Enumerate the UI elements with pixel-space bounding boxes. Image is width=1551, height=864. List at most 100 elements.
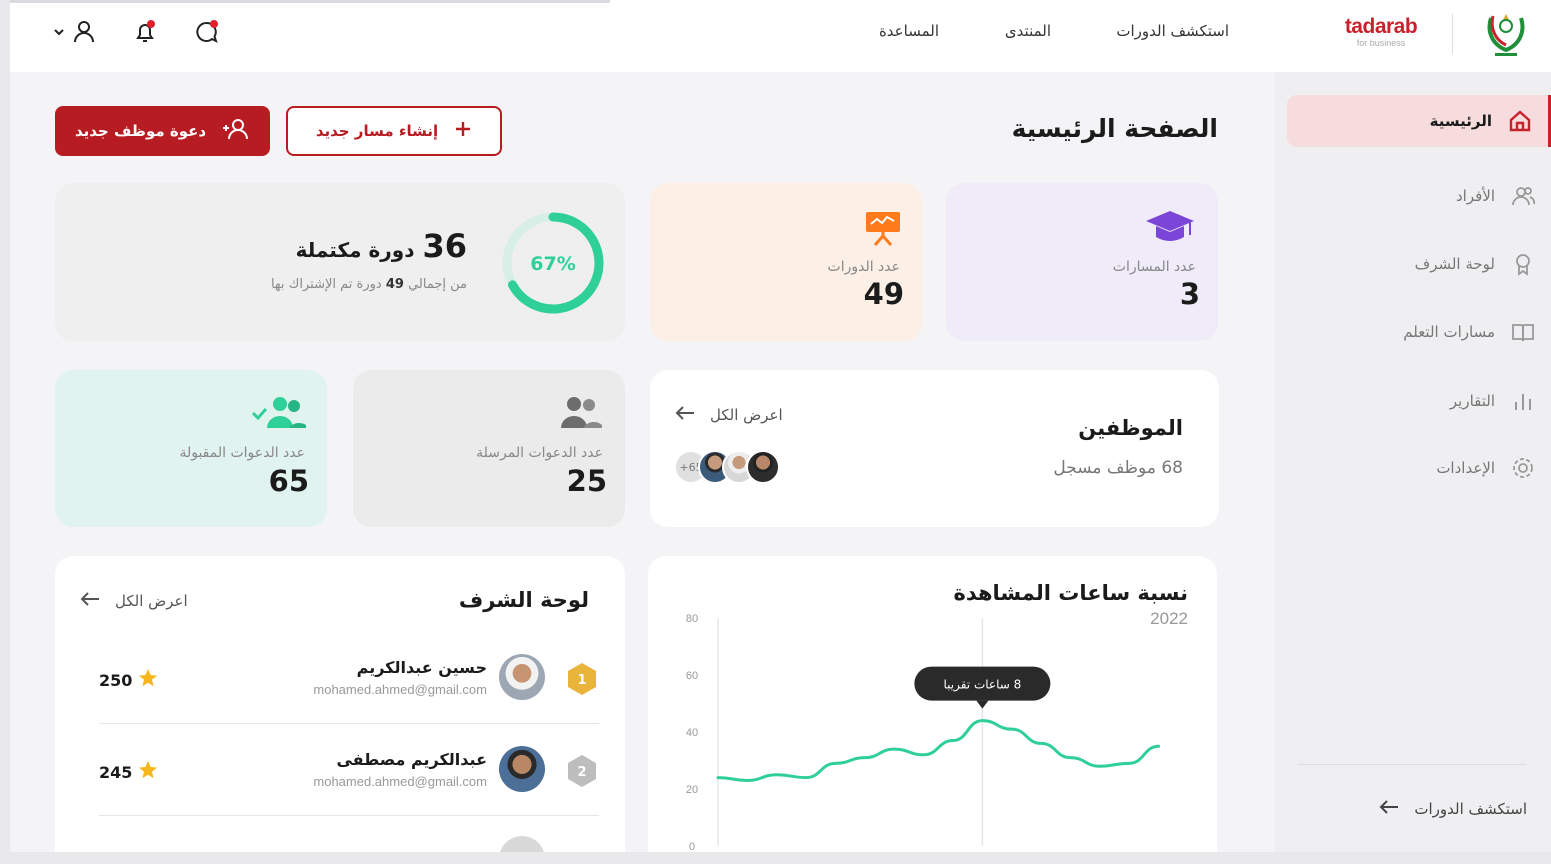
employee-avatars: +65 [674, 450, 780, 484]
top-bar: tadarab for business استكشف الدورات المن… [10, 0, 1551, 72]
star-icon [138, 668, 158, 692]
completed-courses-card: 67% 36 دورة مكتملة من إجمالي 49 دورة تم … [55, 183, 625, 341]
sidebar-item-label: الإعدادات [1436, 459, 1495, 477]
completed-sub-after: دورة تم الإشتراك بها [270, 277, 382, 292]
chevron-down-icon[interactable] [48, 16, 70, 48]
employees-view-all-link[interactable]: اعرض الكل [674, 404, 783, 426]
leader-score: 250 [99, 668, 158, 692]
tadarab-logo[interactable]: tadarab for business [1331, 16, 1431, 49]
top-accent-line [10, 0, 610, 3]
view-all-label: اعرض الكل [115, 592, 188, 610]
sent-invitations-value: 25 [566, 464, 607, 498]
home-icon [1506, 107, 1534, 135]
sent-invitations-label: عدد الدعوات المرسلة [476, 445, 603, 461]
tooltip-pointer [976, 700, 989, 709]
sidebar-item-learning-paths[interactable]: مسارات التعلم [1287, 306, 1551, 358]
rank-number: 1 [577, 673, 586, 688]
employees-title: الموظفين [1078, 416, 1183, 440]
avatar [746, 450, 780, 484]
sidebar-item-label: الأفراد [1455, 187, 1495, 205]
leaderboard-card: لوحة الشرف اعرض الكل 1 حسين عبدالكريم mo… [55, 556, 625, 852]
y-tick-label: 20 [686, 784, 698, 796]
presentation-board-icon [864, 209, 902, 251]
arrow-left-icon [1378, 798, 1400, 820]
leader-score: 245 [99, 760, 158, 784]
sidebar-item-leaderboard[interactable]: لوحة الشرف [1287, 238, 1551, 290]
plus-icon [454, 120, 472, 142]
courses-count-value: 49 [863, 277, 904, 311]
people-icon [559, 394, 603, 436]
sidebar-item-settings[interactable]: الإعدادات [1287, 442, 1551, 494]
employees-count: 68 موظف مسجل [1053, 458, 1183, 478]
sidebar-item-home[interactable]: الرئيسية [1287, 95, 1551, 147]
users-icon [1509, 182, 1537, 210]
completed-sub-before: من إجمالي [408, 277, 467, 292]
sidebar-item-label: التقارير [1449, 392, 1495, 410]
gear-icon [1509, 454, 1537, 482]
nav-explore-courses[interactable]: استكشف الدورات [1116, 22, 1229, 40]
create-path-button[interactable]: إنشاء مسار جديد [286, 106, 502, 156]
row-divider [99, 723, 599, 724]
accepted-invitations-value: 65 [268, 464, 309, 498]
watch-hours-chart-card: نسبة ساعات المشاهدة 2022 80 60 40 20 0 8 ساعا… [648, 556, 1217, 852]
sidebar-bottom-label: استكشف الدورات [1414, 800, 1527, 818]
sidebar-item-label: الرئيسية [1429, 112, 1492, 130]
logo-separator [1452, 14, 1453, 54]
leader-email: mohamed.ahmed@gmail.com [313, 774, 487, 789]
sidebar: الرئيسية الأفراد لوحة الشرف مسارات التعل… [1274, 72, 1551, 852]
completion-percent: 67% [530, 253, 575, 275]
paths-count-value: 3 [1179, 277, 1200, 311]
leader-name: حسين عبدالكريم [356, 658, 487, 677]
accepted-invitations-label: عدد الدعوات المقبولة [179, 445, 305, 461]
sidebar-item-individuals[interactable]: الأفراد [1287, 170, 1551, 222]
bar-chart-icon [1509, 387, 1537, 415]
people-check-icon [251, 394, 307, 438]
y-tick-label: 0 [689, 841, 695, 852]
completed-label: دورة مكتملة [295, 238, 415, 262]
award-icon [1509, 250, 1537, 278]
completed-count: 36 [422, 227, 467, 265]
sidebar-explore-courses-link[interactable]: استكشف الدورات [1378, 798, 1527, 820]
sidebar-item-reports[interactable]: التقارير [1287, 375, 1551, 427]
accepted-invitations-card: عدد الدعوات المقبولة 65 [55, 370, 327, 527]
score-value: 250 [99, 670, 133, 690]
arrow-left-icon [79, 590, 101, 612]
create-path-label: إنشاء مسار جديد [315, 122, 439, 140]
graduation-cap-icon [1144, 207, 1196, 251]
bell-icon[interactable] [129, 16, 161, 48]
row-divider [99, 815, 599, 816]
leader-name: عبدالكريم مصطفى [336, 750, 487, 769]
rank-number: 2 [577, 765, 586, 780]
completed-subtext: من إجمالي 49 دورة تم الإشتراك بها [271, 277, 467, 292]
arrow-left-icon [674, 404, 696, 426]
chat-icon[interactable] [190, 16, 222, 48]
series-line [716, 719, 1161, 782]
avatar [499, 836, 545, 852]
tooltip-text: 8 ساعات تقريبا [944, 678, 1022, 693]
completed-sub-total: 49 [385, 277, 404, 292]
leaderboard-view-all-link[interactable]: اعرض الكل [79, 590, 188, 612]
invite-employee-label: دعوة موظف جديد [74, 122, 207, 140]
courses-count-label: عدد الدورات [827, 259, 900, 275]
completed-heading: 36 دورة مكتملة [296, 227, 467, 265]
leaderboard-row[interactable]: 1 حسين عبدالكريم mohamed.ahmed@gmail.com… [99, 638, 599, 728]
gold-medal-icon: 1 [568, 663, 596, 695]
page-title: الصفحة الرئيسية [1011, 114, 1218, 143]
add-user-icon [222, 117, 250, 145]
y-tick-label: 60 [686, 670, 698, 682]
nav-forum[interactable]: المنتدى [1005, 22, 1051, 40]
score-value: 245 [99, 762, 133, 782]
y-tick-label: 40 [686, 727, 698, 739]
star-icon [138, 760, 158, 784]
employees-card: الموظفين 68 موظف مسجل اعرض الكل +65 [650, 370, 1219, 527]
avatar [499, 746, 545, 792]
user-icon[interactable] [68, 16, 100, 48]
courses-count-card: عدد الدورات 49 [650, 183, 922, 341]
avatar [499, 654, 545, 700]
paths-count-label: عدد المسارات [1112, 259, 1196, 275]
ministry-emblem-logo [1481, 8, 1531, 60]
invite-employee-button[interactable]: دعوة موظف جديد [55, 106, 270, 156]
leaderboard-row[interactable]: 2 عبدالكريم مصطفى mohamed.ahmed@gmail.co… [99, 730, 599, 820]
leaderboard-title: لوحة الشرف [458, 588, 589, 612]
nav-help[interactable]: المساعدة [879, 22, 939, 40]
